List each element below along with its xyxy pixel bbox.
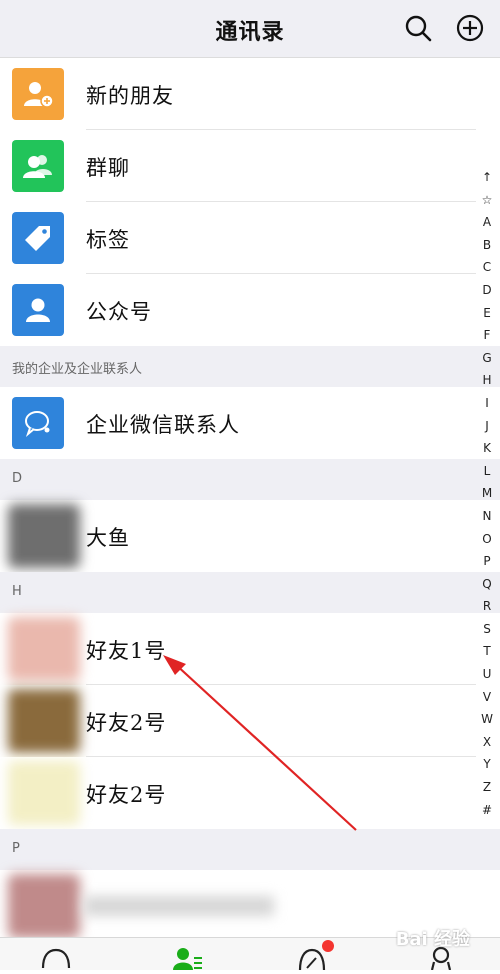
official-accounts-label: 公众号 xyxy=(86,300,152,324)
section-header-h: H xyxy=(0,572,500,613)
section-letter: D xyxy=(12,471,23,486)
avatar xyxy=(8,689,80,753)
index-letter[interactable]: A xyxy=(478,211,496,234)
index-letter[interactable]: U xyxy=(478,663,496,686)
new-friends-item[interactable]: 新的朋友 xyxy=(0,58,500,130)
section-letter: P xyxy=(12,841,20,856)
index-letter[interactable]: ↑ xyxy=(478,166,496,189)
add-friend-icon xyxy=(12,68,64,120)
chat-bubble-icon xyxy=(41,948,71,969)
tags-item[interactable]: 标签 xyxy=(0,202,500,274)
index-letter[interactable]: F xyxy=(478,324,496,347)
new-friends-label: 新的朋友 xyxy=(86,84,174,108)
section-title: 我的企业及企业联系人 xyxy=(12,362,143,377)
index-letter[interactable]: X xyxy=(478,731,496,754)
contact-name: 大鱼 xyxy=(86,526,130,550)
plus-circle-icon xyxy=(456,14,484,42)
index-letter[interactable]: K xyxy=(478,437,496,460)
avatar xyxy=(8,874,80,938)
enterprise-contacts-label: 企业微信联系人 xyxy=(86,413,240,437)
section-header-p: P xyxy=(0,829,500,870)
official-accounts-item[interactable]: 公众号 xyxy=(0,274,500,346)
index-letter[interactable]: # xyxy=(478,799,496,822)
add-button[interactable] xyxy=(454,12,486,44)
index-letter[interactable]: O xyxy=(478,528,496,551)
chats-tab[interactable] xyxy=(40,946,72,974)
index-letter[interactable]: T xyxy=(478,640,496,663)
blurred-contact-name xyxy=(84,896,274,916)
index-letter[interactable]: Y xyxy=(478,753,496,776)
contact-item[interactable]: 大鱼 xyxy=(0,500,500,572)
index-letter[interactable]: R xyxy=(478,595,496,618)
index-letter[interactable]: N xyxy=(478,505,496,528)
contact-name: 好友2号 xyxy=(86,783,167,807)
avatar xyxy=(8,617,80,681)
index-letter[interactable]: ☆ xyxy=(478,189,496,212)
contact-item[interactable]: 好友2号 xyxy=(0,685,500,757)
index-letter[interactable]: D xyxy=(478,279,496,302)
index-letter[interactable]: I xyxy=(478,392,496,415)
contact-item[interactable]: 好友2号 xyxy=(0,757,500,829)
alphabet-index[interactable]: ↑ ☆ A B C D E F G H I J K L M N O P Q R S T U V W X Y Z # xyxy=(478,166,496,821)
enterprise-contacts-item[interactable]: 企业微信联系人 xyxy=(0,387,500,459)
section-header-d: D xyxy=(0,459,500,500)
contact-item[interactable]: 好友1号 xyxy=(0,613,500,685)
section-header-enterprise: 我的企业及企业联系人 xyxy=(0,346,500,387)
official-account-icon xyxy=(12,284,64,336)
index-letter[interactable]: V xyxy=(478,686,496,709)
index-letter[interactable]: M xyxy=(478,482,496,505)
avatar xyxy=(8,761,80,825)
index-letter[interactable]: J xyxy=(478,415,496,438)
search-button[interactable] xyxy=(402,12,434,44)
section-letter: H xyxy=(12,584,22,599)
contact-name: 好友2号 xyxy=(86,711,167,735)
index-letter[interactable]: E xyxy=(478,302,496,325)
group-chats-item[interactable]: 群聊 xyxy=(0,130,500,202)
index-letter[interactable]: L xyxy=(478,460,496,483)
index-letter[interactable]: P xyxy=(478,550,496,573)
index-letter[interactable]: G xyxy=(478,347,496,370)
index-letter[interactable]: Z xyxy=(478,776,496,799)
enterprise-contact-icon xyxy=(12,397,64,449)
contacts-tab[interactable] xyxy=(172,946,204,974)
group-chats-label: 群聊 xyxy=(86,156,130,180)
index-letter[interactable]: S xyxy=(478,618,496,641)
index-letter[interactable]: B xyxy=(478,234,496,257)
contacts-icon xyxy=(173,948,202,970)
index-letter[interactable]: Q xyxy=(478,573,496,596)
index-letter[interactable]: H xyxy=(478,369,496,392)
watermark: Bai 经验 xyxy=(395,929,470,950)
tag-icon xyxy=(12,212,64,264)
avatar xyxy=(8,504,80,568)
tags-label: 标签 xyxy=(86,228,130,252)
discover-tab[interactable] xyxy=(298,940,338,974)
top-bar: 通讯录 xyxy=(0,0,500,58)
search-icon xyxy=(405,15,432,42)
index-letter[interactable]: C xyxy=(478,256,496,279)
index-letter[interactable]: W xyxy=(478,708,496,731)
contact-name: 好友1号 xyxy=(86,639,167,663)
notification-badge xyxy=(322,940,334,952)
group-chat-icon xyxy=(12,140,64,192)
